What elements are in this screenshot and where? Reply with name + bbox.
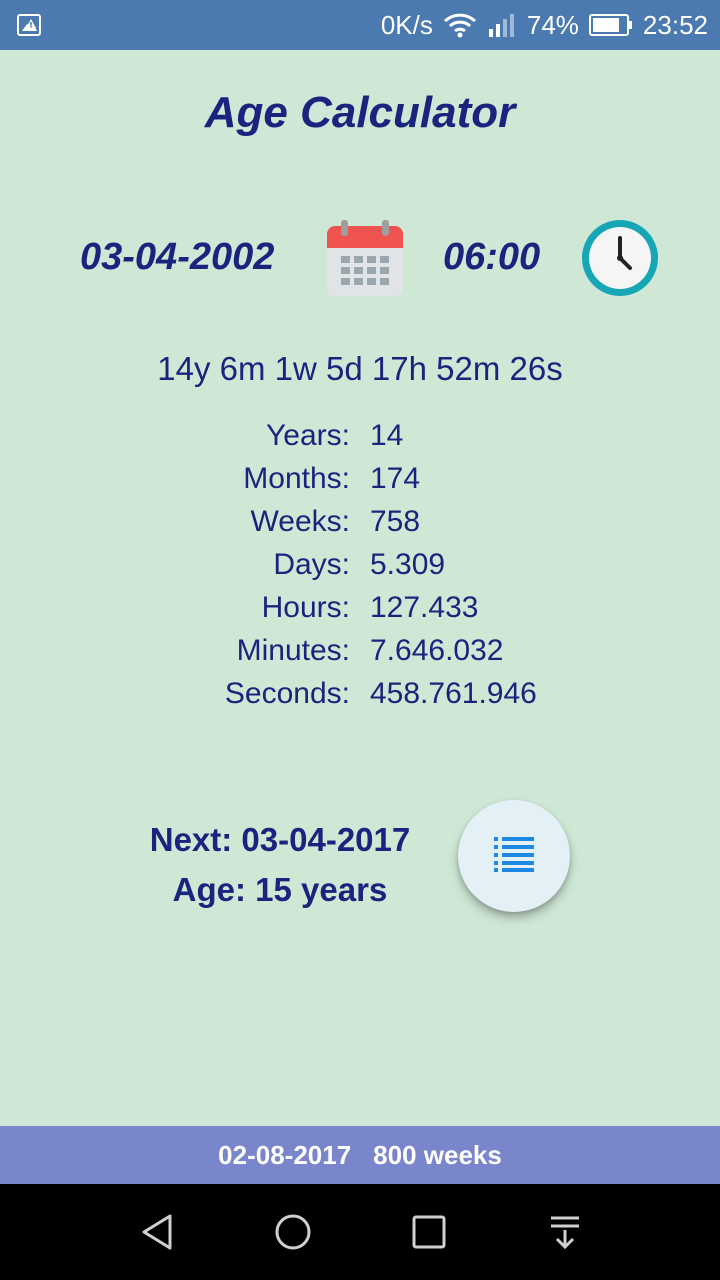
stat-value: 14 bbox=[370, 419, 404, 452]
age-stats: Years: 14 Months: 174 Weeks: 758 Days: 5… bbox=[0, 415, 720, 716]
net-speed: 0K/s bbox=[380, 9, 433, 40]
back-icon[interactable] bbox=[138, 1212, 178, 1252]
stat-row-months: Months: 174 bbox=[0, 458, 720, 501]
signal-icon bbox=[487, 13, 517, 37]
next-age: Age: 15 years bbox=[172, 871, 388, 908]
app-title: Age Calculator bbox=[204, 88, 516, 137]
calendar-icon[interactable] bbox=[325, 218, 405, 298]
stat-row-seconds: Seconds: 458.761.946 bbox=[0, 673, 720, 716]
next-date: Next: 03-04-2017 bbox=[149, 821, 411, 858]
stat-label: Years: bbox=[266, 419, 350, 452]
battery-percent: 74% bbox=[526, 9, 579, 40]
battery-icon bbox=[588, 13, 633, 37]
footer-weeks: 800 weeks bbox=[373, 1139, 502, 1170]
stat-label: Hours: bbox=[261, 591, 350, 624]
stat-row-years: Years: 14 bbox=[0, 415, 720, 458]
list-button[interactable] bbox=[458, 800, 570, 912]
birth-time[interactable]: 06:00 bbox=[443, 236, 540, 279]
status-time: 23:52 bbox=[642, 9, 708, 40]
recents-icon[interactable] bbox=[409, 1212, 449, 1252]
stat-value: 127.433 bbox=[370, 591, 479, 624]
stat-label: Days: bbox=[273, 548, 350, 581]
stat-value: 758 bbox=[370, 505, 421, 538]
image-warning-icon bbox=[16, 13, 42, 37]
stat-row-minutes: Minutes: 7.646.032 bbox=[0, 630, 720, 673]
notifications-icon[interactable] bbox=[545, 1212, 585, 1252]
birth-date[interactable]: 03-04-2002 bbox=[80, 236, 274, 279]
stat-value: 7.646.032 bbox=[370, 634, 504, 667]
stat-label: Weeks: bbox=[250, 505, 350, 538]
age-summary: 14y 6m 1w 5d 17h 52m 26s bbox=[157, 350, 563, 387]
list-icon bbox=[494, 835, 534, 878]
home-icon[interactable] bbox=[273, 1212, 313, 1252]
stat-value: 5.309 bbox=[370, 548, 446, 581]
status-bar: 0K/s 74% 23:52 bbox=[0, 0, 720, 50]
stat-label: Months: bbox=[243, 462, 350, 495]
stat-label: Seconds: bbox=[224, 677, 350, 710]
clock-icon[interactable] bbox=[578, 216, 662, 300]
navigation-bar bbox=[0, 1184, 720, 1280]
stat-row-hours: Hours: 127.433 bbox=[0, 587, 720, 630]
stat-value: 458.761.946 bbox=[370, 677, 537, 710]
footer-date: 02-08-2017 bbox=[218, 1139, 352, 1170]
birth-datetime-row: 03-04-2002 06:00 bbox=[0, 212, 720, 302]
wifi-icon bbox=[443, 12, 477, 38]
stat-row-days: Days: 5.309 bbox=[0, 544, 720, 587]
stat-label: Minutes: bbox=[236, 634, 350, 667]
next-birthday: Next: 03-04-2017 Age: 15 years bbox=[100, 818, 460, 918]
stat-row-weeks: Weeks: 758 bbox=[0, 501, 720, 544]
footer-milestone: 02-08-2017 800 weeks bbox=[0, 1126, 720, 1184]
stat-value: 174 bbox=[370, 462, 421, 495]
